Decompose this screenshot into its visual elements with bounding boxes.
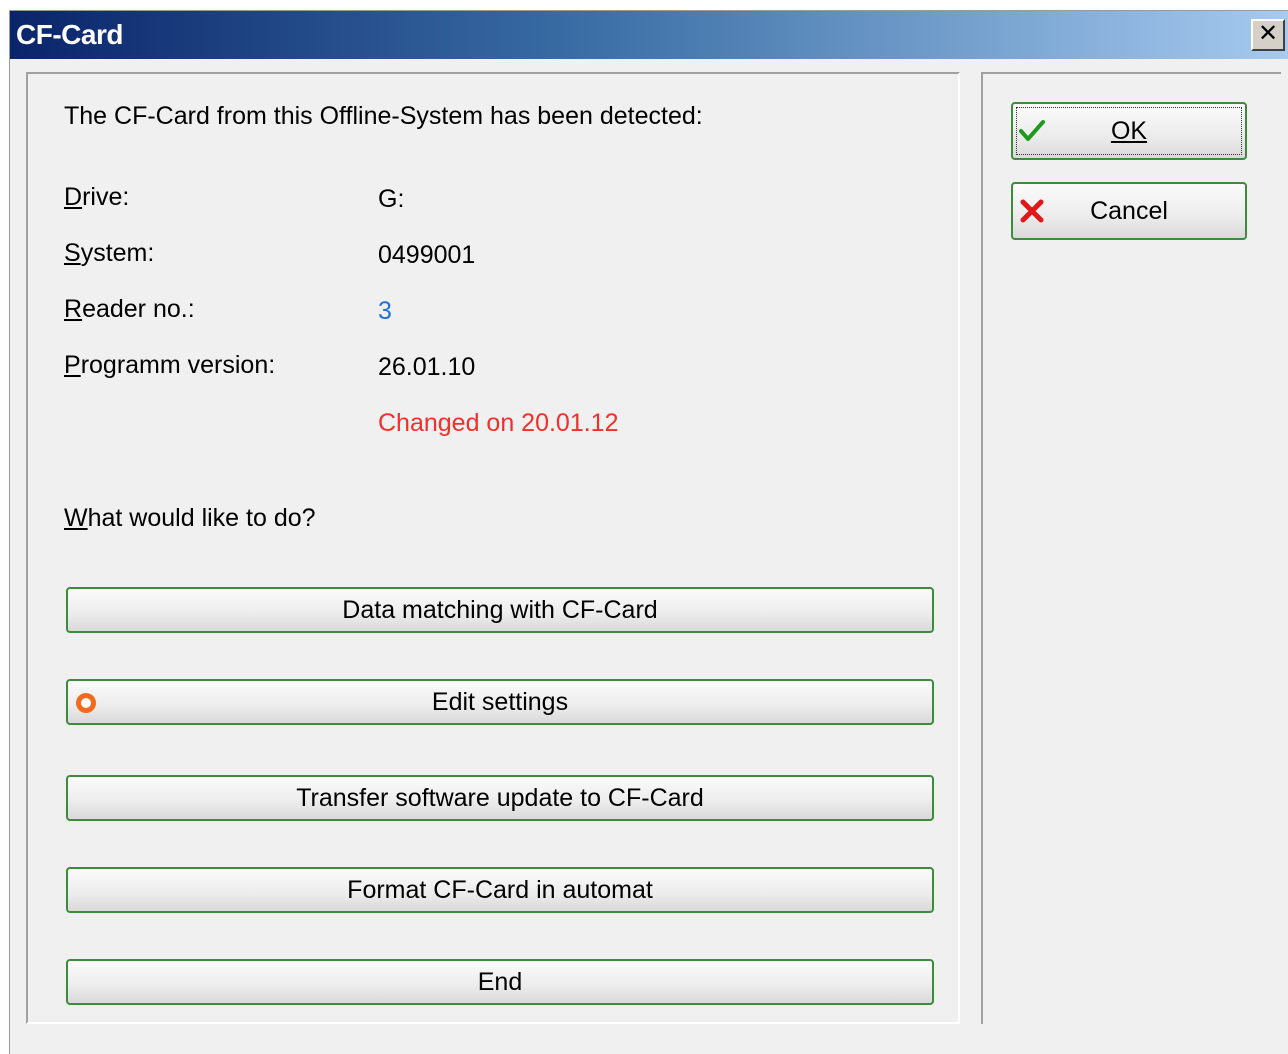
reader-label: Reader no.: bbox=[64, 295, 195, 324]
format-card-label: Format CF-Card in automat bbox=[347, 876, 653, 904]
drive-label: Drive: bbox=[64, 183, 129, 212]
transfer-update-label: Transfer software update to CF-Card bbox=[296, 784, 704, 812]
version-label-mnemonic: P bbox=[64, 351, 81, 379]
red-x-icon bbox=[1020, 199, 1044, 223]
window-title: CF-Card bbox=[16, 19, 123, 50]
version-label-rest: rogramm version: bbox=[80, 351, 276, 379]
cancel-label: Cancel bbox=[1090, 197, 1168, 225]
intro-text: The CF-Card from this Offline-System has… bbox=[64, 102, 703, 130]
orange-radio-icon bbox=[76, 693, 96, 713]
edit-settings-label: Edit settings bbox=[431, 688, 569, 716]
ok-label: OK bbox=[1110, 117, 1148, 145]
green-check-icon bbox=[1019, 120, 1045, 141]
system-label-rest: ystem: bbox=[80, 239, 155, 267]
drive-label-rest: rive: bbox=[82, 183, 130, 211]
reader-label-mnemonic: R bbox=[64, 295, 83, 323]
transfer-update-button[interactable]: Transfer software update to CF-Card bbox=[66, 775, 934, 821]
cancel-button[interactable]: Cancel bbox=[1011, 182, 1247, 240]
close-button[interactable]: ✕ bbox=[1251, 19, 1285, 51]
end-label: End bbox=[477, 968, 523, 996]
version-label: Programm version: bbox=[64, 351, 275, 380]
changed-note: Changed on 20.01.12 bbox=[378, 409, 619, 437]
question-rest: hat would like to do? bbox=[87, 504, 316, 532]
drive-label-mnemonic: D bbox=[64, 183, 83, 211]
format-card-button[interactable]: Format CF-Card in automat bbox=[66, 867, 934, 913]
drive-value: G: bbox=[378, 185, 405, 213]
system-label: System: bbox=[64, 239, 154, 268]
data-matching-label: Data matching with CF-Card bbox=[342, 596, 658, 624]
reader-value: 3 bbox=[378, 297, 392, 325]
version-value: 26.01.10 bbox=[378, 353, 476, 381]
close-icon: ✕ bbox=[1257, 20, 1279, 47]
data-matching-button[interactable]: Data matching with CF-Card bbox=[66, 587, 934, 633]
edit-settings-button[interactable]: Edit settings bbox=[66, 679, 934, 725]
ok-button[interactable]: OK bbox=[1011, 102, 1247, 160]
question-label: What would like to do? bbox=[64, 504, 316, 533]
reader-label-rest: eader no.: bbox=[82, 295, 195, 323]
title-bar[interactable]: CF-Card ✕ bbox=[10, 11, 1288, 59]
question-mnemonic: W bbox=[64, 504, 88, 532]
end-button[interactable]: End bbox=[66, 959, 934, 1005]
system-value: 0499001 bbox=[378, 241, 476, 269]
system-label-mnemonic: S bbox=[64, 239, 81, 267]
